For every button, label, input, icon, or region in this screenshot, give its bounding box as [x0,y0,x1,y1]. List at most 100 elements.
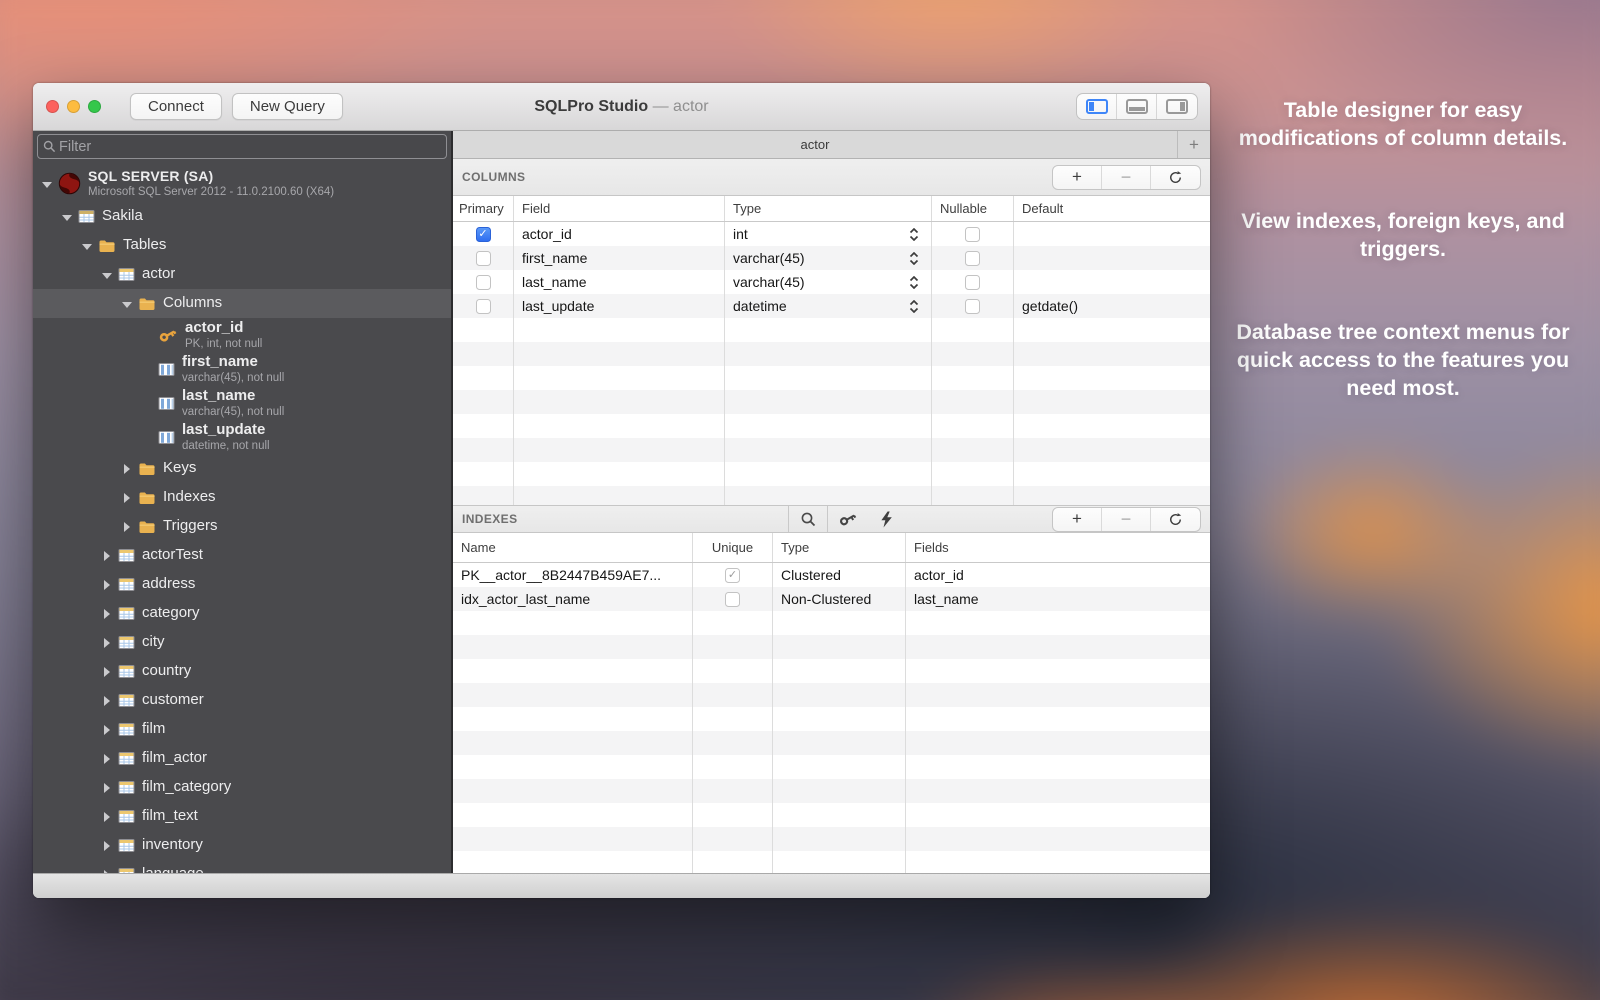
disclosure-collapsed-icon[interactable] [100,781,114,795]
disclosure-collapsed-icon[interactable] [100,694,114,708]
filter-field[interactable] [37,134,447,159]
disclosure-collapsed-icon[interactable] [100,810,114,824]
unique-checkbox[interactable]: ✓ [725,568,740,583]
disclosure-collapsed-icon[interactable] [100,578,114,592]
disclosure-collapsed-icon[interactable] [100,723,114,737]
tree-item-actor-id[interactable]: actor_idPK, int, not null [33,318,451,352]
primary-checkbox[interactable] [476,275,491,290]
index-name-cell[interactable]: idx_actor_last_name [453,587,693,611]
tree-item-country[interactable]: country [33,657,451,686]
tree-item-actortest[interactable]: actorTest [33,541,451,570]
filter-input[interactable] [59,139,441,155]
disclosure-expanded-icon[interactable] [80,239,94,253]
primary-checkbox[interactable]: ✓ [476,227,491,242]
triggers-tool-button[interactable] [868,506,904,532]
disclosure-expanded-icon[interactable] [60,210,74,224]
indexes-table-empty-row[interactable] [453,611,1210,635]
tree-item-film-text[interactable]: film_text [33,802,451,831]
remove-column-button[interactable]: − [1102,166,1151,189]
tree-item-film[interactable]: film [33,715,451,744]
type-cell[interactable]: varchar(45) [725,246,932,270]
disclosure-collapsed-icon[interactable] [120,491,134,505]
nullable-checkbox[interactable] [965,275,980,290]
field-cell[interactable]: first_name [514,246,725,270]
add-index-button[interactable]: + [1053,508,1102,531]
columns-table-empty-row[interactable] [453,390,1210,414]
tree-item-film-category[interactable]: film_category [33,773,451,802]
indexes-table-empty-row[interactable] [453,731,1210,755]
tree-item-address[interactable]: address [33,570,451,599]
columns-table-row[interactable]: first_namevarchar(45) [453,246,1210,270]
columns-table-empty-row[interactable] [453,486,1210,505]
columns-table-empty-row[interactable] [453,342,1210,366]
type-stepper-icon[interactable] [909,228,919,241]
index-fields-cell[interactable]: actor_id [906,563,1210,587]
minimize-button[interactable] [67,100,80,113]
add-column-button[interactable]: + [1053,166,1102,189]
columns-table-row[interactable]: last_updatedatetimegetdate() [453,294,1210,318]
layout-left-panel-button[interactable] [1077,94,1117,119]
connect-button[interactable]: Connect [130,93,222,120]
default-cell[interactable]: getdate() [1014,294,1210,318]
columns-table-empty-row[interactable] [453,462,1210,486]
unique-checkbox[interactable] [725,592,740,607]
layout-right-panel-button[interactable] [1157,94,1197,119]
tree-item-indexes[interactable]: Indexes [33,483,451,512]
tree-item-keys[interactable]: Keys [33,454,451,483]
field-cell[interactable]: actor_id [514,222,725,246]
indexes-table-empty-row[interactable] [453,827,1210,851]
layout-bottom-panel-button[interactable] [1117,94,1157,119]
tree-item-first-name[interactable]: first_namevarchar(45), not null [33,352,451,386]
primary-checkbox[interactable] [476,299,491,314]
indexes-table-empty-row[interactable] [453,707,1210,731]
index-fields-cell[interactable]: last_name [906,587,1210,611]
tree-item-city[interactable]: city [33,628,451,657]
tree-item-category[interactable]: category [33,599,451,628]
columns-table-empty-row[interactable] [453,438,1210,462]
columns-table-empty-row[interactable] [453,318,1210,342]
tree-item-inventory[interactable]: inventory [33,831,451,860]
type-stepper-icon[interactable] [909,276,919,289]
nullable-checkbox[interactable] [965,227,980,242]
columns-table-empty-row[interactable] [453,366,1210,390]
add-tab-button[interactable]: + [1177,131,1210,158]
indexes-table-empty-row[interactable] [453,659,1210,683]
index-name-cell[interactable]: PK__actor__8B2447B459AE7... [453,563,693,587]
disclosure-collapsed-icon[interactable] [100,607,114,621]
tree-item-language[interactable]: language [33,860,451,873]
columns-table-row[interactable]: last_namevarchar(45) [453,270,1210,294]
disclosure-expanded-icon[interactable] [100,268,114,282]
indexes-table-row[interactable]: PK__actor__8B2447B459AE7... ✓ Clusteredact… [453,563,1210,587]
tree-item-triggers[interactable]: Triggers [33,512,451,541]
default-cell[interactable] [1014,222,1210,246]
default-cell[interactable] [1014,246,1210,270]
tree-item-last-name[interactable]: last_namevarchar(45), not null [33,386,451,420]
disclosure-collapsed-icon[interactable] [100,839,114,853]
zoom-button[interactable] [88,100,101,113]
refresh-columns-button[interactable] [1151,166,1200,189]
disclosure-collapsed-icon[interactable] [100,752,114,766]
keys-tool-button[interactable] [828,506,868,532]
columns-table-empty-row[interactable] [453,414,1210,438]
disclosure-collapsed-icon[interactable] [100,868,114,874]
index-type-cell[interactable]: Non-Clustered [773,587,906,611]
default-cell[interactable] [1014,270,1210,294]
disclosure-collapsed-icon[interactable] [120,462,134,476]
close-button[interactable] [46,100,59,113]
tab-actor[interactable]: actor [453,131,1177,158]
field-cell[interactable]: last_update [514,294,725,318]
primary-checkbox[interactable] [476,251,491,266]
type-cell[interactable]: int [725,222,932,246]
search-indexes-button[interactable] [789,506,827,532]
nullable-checkbox[interactable] [965,299,980,314]
new-query-button[interactable]: New Query [232,93,343,120]
index-type-cell[interactable]: Clustered [773,563,906,587]
indexes-table-empty-row[interactable] [453,635,1210,659]
refresh-indexes-button[interactable] [1151,508,1200,531]
type-cell[interactable]: varchar(45) [725,270,932,294]
disclosure-collapsed-icon[interactable] [100,636,114,650]
tree-item-last-update[interactable]: last_updatedatetime, not null [33,420,451,454]
remove-index-button[interactable]: − [1102,508,1151,531]
tree-item-actor[interactable]: actor [33,260,451,289]
tree-item-sakila[interactable]: Sakila [33,202,451,231]
